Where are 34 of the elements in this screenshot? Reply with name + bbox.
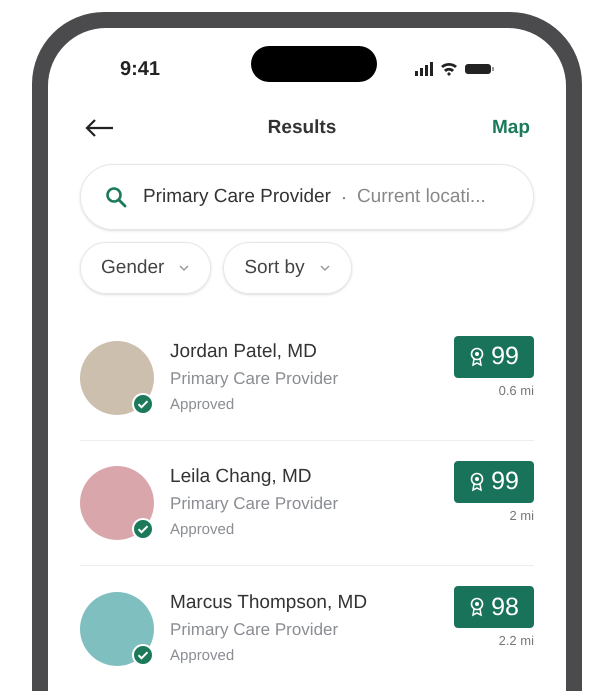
approval-status: Approved: [170, 395, 236, 415]
score-badge: 99: [454, 336, 534, 378]
search-query: Primary Care Provider: [143, 184, 331, 209]
approval-status: Approved: [170, 520, 236, 540]
score-badge: 98: [454, 586, 534, 628]
award-icon: [469, 346, 486, 367]
separator-dot: ·: [340, 186, 347, 209]
filter-chip[interactable]: Gender: [80, 242, 212, 294]
specialty: Primary Care Provider: [170, 368, 340, 390]
chevron-down-icon: [178, 264, 190, 272]
doctor-name[interactable]: Jordan Patel, MD: [170, 339, 454, 365]
distance: 2.2 mi: [498, 632, 534, 650]
signal-icon: [415, 62, 433, 76]
distance: 2 mi: [509, 506, 534, 525]
award-icon: [469, 472, 486, 492]
specialty: Primary Care Provider: [170, 493, 340, 515]
search-icon: [105, 186, 127, 208]
search-field[interactable]: Primary Care Provider · Current locati...: [80, 164, 534, 230]
back-arrow-icon[interactable]: [84, 118, 114, 138]
filter-chip[interactable]: Sort by: [223, 242, 352, 294]
screen-title: Results: [268, 116, 336, 140]
wifi-icon: [441, 62, 457, 76]
chevron-down-icon: [318, 264, 331, 272]
status-time: 9:41: [120, 57, 160, 82]
doctor-name[interactable]: Leila Chang, MD: [170, 464, 454, 490]
specialty: Primary Care Provider: [170, 618, 340, 640]
award-icon: [469, 597, 486, 618]
map-link[interactable]: Map: [492, 114, 530, 143]
distance: 0.6 mi: [498, 382, 534, 400]
score-badge: 99: [454, 460, 534, 503]
battery-icon: [465, 64, 494, 74]
doctor-name[interactable]: Marcus Thompson, MD: [170, 590, 454, 616]
approval-status: Approved: [170, 646, 236, 666]
search-location: Current locati...: [356, 184, 486, 209]
